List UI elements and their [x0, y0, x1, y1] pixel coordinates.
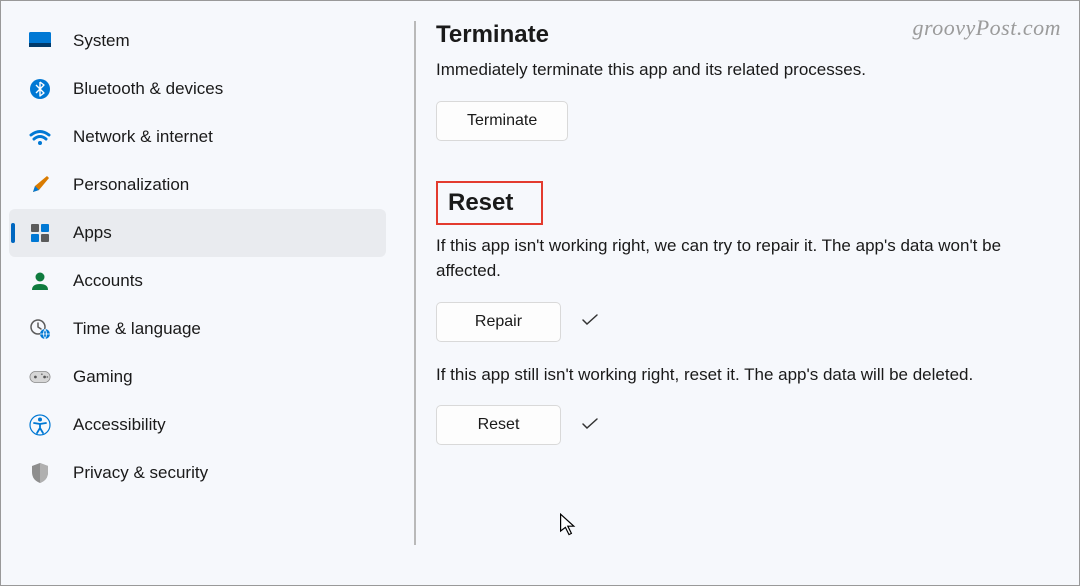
sidebar-item-accessibility[interactable]: Accessibility [9, 401, 386, 449]
sidebar-item-label: Gaming [73, 367, 133, 387]
sidebar-item-label: Accessibility [73, 415, 166, 435]
sidebar-item-personalization[interactable]: Personalization [9, 161, 386, 209]
vertical-divider [414, 21, 416, 545]
sidebar-item-label: Bluetooth & devices [73, 79, 223, 99]
system-icon [29, 30, 51, 52]
sidebar-item-label: System [73, 31, 130, 51]
check-icon [581, 311, 599, 332]
sidebar-item-label: Personalization [73, 175, 189, 195]
watermark-text: groovyPost.com [912, 15, 1061, 41]
accessibility-icon [29, 414, 51, 436]
gamepad-icon [29, 366, 51, 388]
sidebar-item-label: Time & language [73, 319, 201, 339]
repair-description: If this app isn't working right, we can … [436, 233, 1049, 284]
apps-icon [29, 222, 51, 244]
sidebar-item-time-language[interactable]: Time & language [9, 305, 386, 353]
reset-heading: Reset [448, 189, 513, 217]
terminate-description: Immediately terminate this app and its r… [436, 57, 1049, 83]
terminate-button[interactable]: Terminate [436, 101, 568, 141]
sidebar-item-bluetooth[interactable]: Bluetooth & devices [9, 65, 386, 113]
sidebar-item-apps[interactable]: Apps [9, 209, 386, 257]
person-icon [29, 270, 51, 292]
paintbrush-icon [29, 174, 51, 196]
clock-globe-icon [29, 318, 51, 340]
sidebar-item-network[interactable]: Network & internet [9, 113, 386, 161]
settings-sidebar: System Bluetooth & devices Network & int… [1, 1, 396, 585]
sidebar-item-label: Privacy & security [73, 463, 208, 483]
check-icon [581, 415, 599, 436]
bluetooth-icon [29, 78, 51, 100]
sidebar-item-label: Accounts [73, 271, 143, 291]
sidebar-item-gaming[interactable]: Gaming [9, 353, 386, 401]
sidebar-item-label: Network & internet [73, 127, 213, 147]
reset-heading-highlight: Reset [436, 181, 543, 225]
sidebar-item-label: Apps [73, 223, 112, 243]
reset-button[interactable]: Reset [436, 405, 561, 445]
sidebar-item-system[interactable]: System [9, 17, 386, 65]
repair-button[interactable]: Repair [436, 302, 561, 342]
main-content: Terminate Immediately terminate this app… [396, 1, 1079, 585]
shield-icon [29, 462, 51, 484]
reset-description: If this app still isn't working right, r… [436, 362, 1049, 388]
sidebar-item-accounts[interactable]: Accounts [9, 257, 386, 305]
wifi-icon [29, 126, 51, 148]
sidebar-item-privacy[interactable]: Privacy & security [9, 449, 386, 497]
